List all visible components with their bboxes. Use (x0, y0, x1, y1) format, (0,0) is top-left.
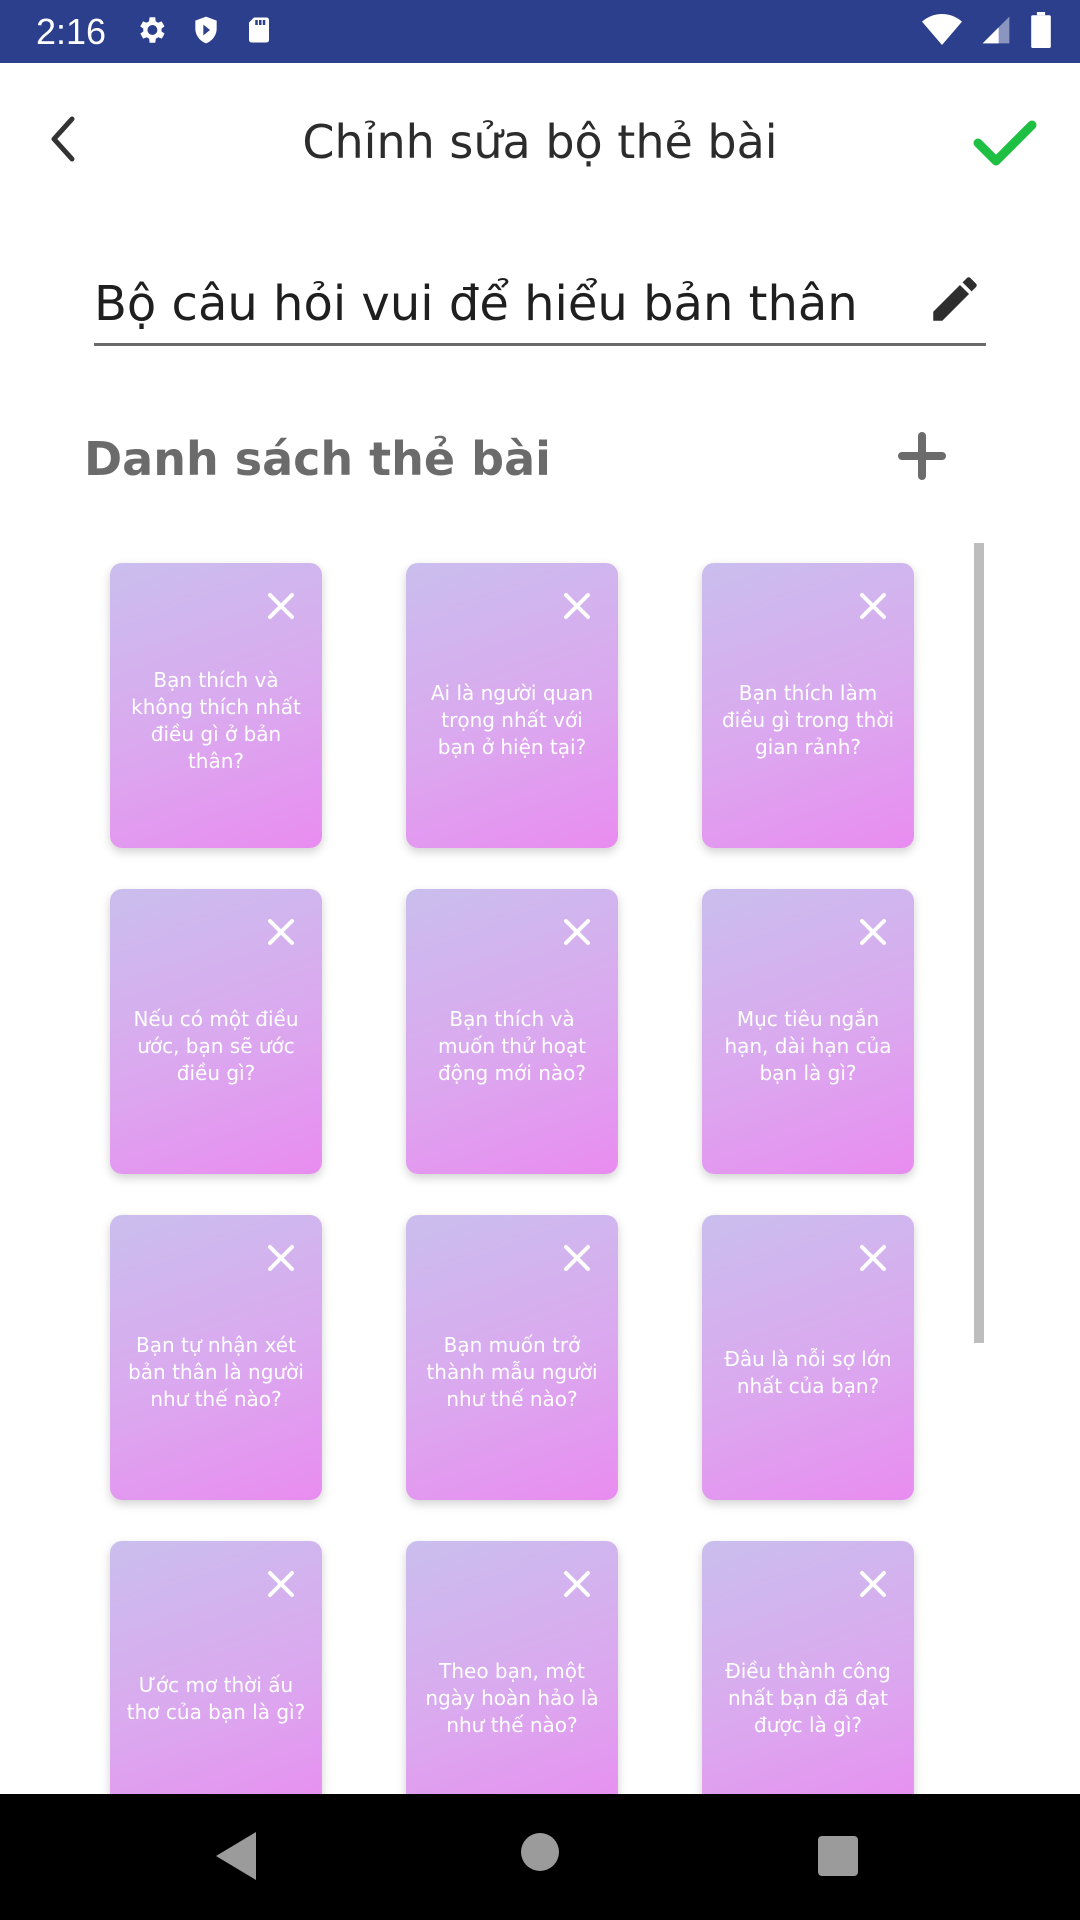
card-question: Bạn muốn trở thành mẫu người như thế nào… (426, 1333, 598, 1411)
app-header: Chỉnh sửa bộ thẻ bài (0, 63, 1080, 223)
card-question: Bạn thích và không thích nhất điều gì ở … (131, 667, 301, 773)
section-title: Danh sách thẻ bài (84, 432, 551, 486)
card-question: Mục tiêu ngắn hạn, dài hạn của bạn là gì… (724, 1007, 892, 1085)
question-card[interactable]: Ai là người quan trọng nhất với bạn ở hi… (406, 563, 618, 848)
question-card[interactable]: Bạn thích và muốn thử hoạt động mới nào? (406, 889, 618, 1174)
question-card[interactable]: Bạn thích và không thích nhất điều gì ở … (110, 563, 322, 848)
status-icons-left (134, 13, 274, 51)
status-time: 2:16 (36, 10, 107, 52)
shield-icon (190, 13, 222, 51)
edit-deck-name-button[interactable] (924, 270, 986, 332)
card-question: Điều thành công nhất bạn đã đạt được là … (725, 1659, 891, 1737)
question-card[interactable]: Bạn muốn trở thành mẫu người như thế nào… (406, 1215, 618, 1500)
nav-recents-icon[interactable] (818, 1836, 858, 1880)
card-question: Theo bạn, một ngày hoàn hảo là như thế n… (425, 1659, 599, 1737)
navigation-bar (0, 1794, 1080, 1920)
page-title: Chỉnh sửa bộ thẻ bài (302, 115, 778, 169)
question-card[interactable]: Bạn thích làm điều gì trong thời gian rả… (702, 563, 914, 848)
deck-name-text: Bộ câu hỏi vui để hiểu bản thân (94, 276, 858, 332)
plus-icon (898, 432, 946, 484)
card-grid: Bạn thích và không thích nhất điều gì ở … (110, 563, 915, 1826)
check-icon (972, 117, 1038, 173)
close-icon[interactable] (562, 917, 592, 947)
close-icon[interactable] (266, 1569, 296, 1599)
wifi-icon (922, 13, 962, 51)
deck-name-field[interactable]: Bộ câu hỏi vui để hiểu bản thân (94, 270, 986, 346)
question-card[interactable]: Điều thành công nhất bạn đã đạt được là … (702, 1541, 914, 1826)
close-icon[interactable] (858, 1243, 888, 1273)
close-icon[interactable] (266, 591, 296, 621)
sd-card-icon (244, 13, 274, 51)
nav-back-icon[interactable] (214, 1830, 258, 1886)
close-icon[interactable] (562, 1243, 592, 1273)
close-icon[interactable] (562, 1569, 592, 1599)
close-icon[interactable] (266, 917, 296, 947)
card-question: Ước mơ thời ấu thơ của bạn là gì? (126, 1672, 306, 1724)
card-question: Bạn thích làm điều gì trong thời gian rả… (721, 681, 895, 759)
signal-icon (980, 13, 1012, 51)
status-icons-right (922, 0, 1052, 63)
question-card[interactable]: Mục tiêu ngắn hạn, dài hạn của bạn là gì… (702, 889, 914, 1174)
question-card[interactable]: Nếu có một điều ước, bạn sẽ ước điều gì? (110, 889, 322, 1174)
close-icon[interactable] (266, 1243, 296, 1273)
scrollbar[interactable] (974, 543, 984, 1343)
battery-icon (1030, 11, 1052, 52)
card-question: Bạn tự nhận xét bản thân là người như th… (128, 1333, 304, 1411)
settings-icon (134, 13, 168, 51)
close-icon[interactable] (858, 917, 888, 947)
close-icon[interactable] (562, 591, 592, 621)
nav-home-icon[interactable] (520, 1832, 560, 1876)
pencil-icon (926, 270, 984, 332)
question-card[interactable]: Bạn tự nhận xét bản thân là người như th… (110, 1215, 322, 1500)
card-question: Ai là người quan trọng nhất với bạn ở hi… (430, 681, 594, 759)
question-card[interactable]: Theo bạn, một ngày hoàn hảo là như thế n… (406, 1541, 618, 1826)
card-question: Nếu có một điều ước, bạn sẽ ước điều gì? (133, 1007, 299, 1085)
close-icon[interactable] (858, 591, 888, 621)
card-question: Bạn thích và muốn thử hoạt động mới nào? (437, 1007, 587, 1085)
question-card[interactable]: Ước mơ thời ấu thơ của bạn là gì? (110, 1541, 322, 1826)
confirm-button[interactable] (970, 115, 1040, 175)
card-question: Đâu là nỗi sợ lớn nhất của bạn? (724, 1346, 892, 1398)
add-card-button[interactable] (892, 428, 952, 488)
question-card[interactable]: Đâu là nỗi sợ lớn nhất của bạn? (702, 1215, 914, 1500)
close-icon[interactable] (858, 1569, 888, 1599)
status-bar: 2:16 (0, 0, 1080, 63)
